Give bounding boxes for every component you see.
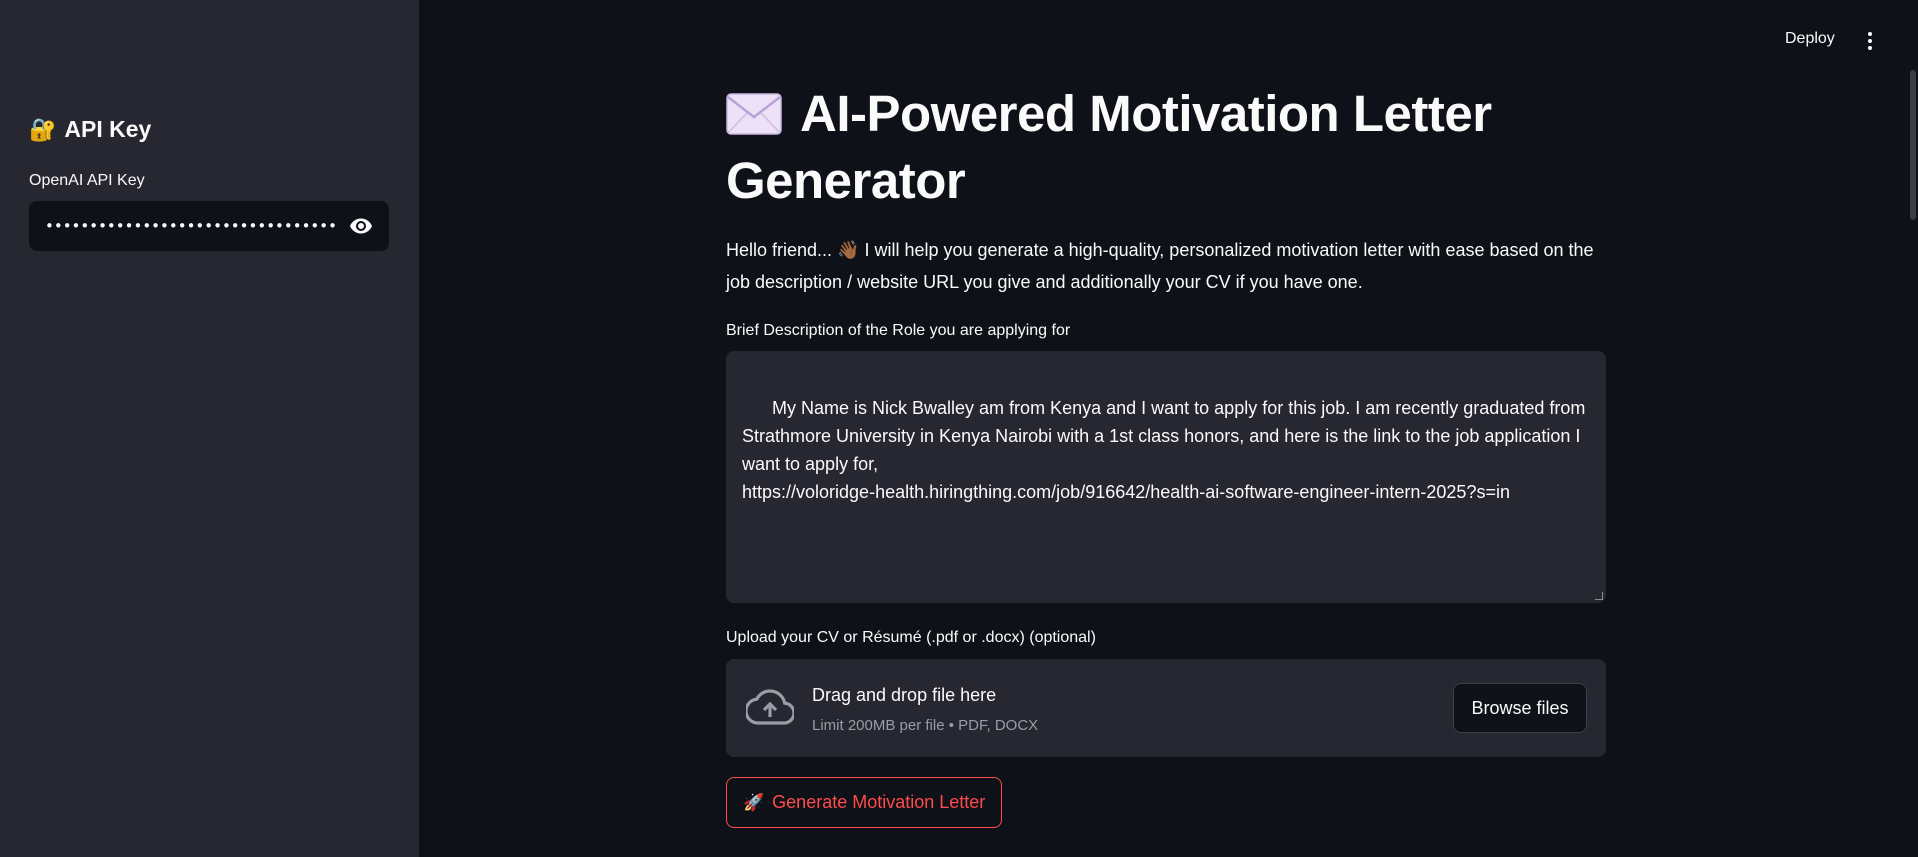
api-key-field — [29, 201, 389, 251]
main-menu-icon[interactable] — [1860, 28, 1880, 54]
cloud-upload-icon — [746, 689, 794, 725]
api-key-label: OpenAI API Key — [29, 172, 145, 189]
envelope-icon — [726, 93, 782, 135]
app-root: 🔐 API Key OpenAI API Key Deploy AI-Power… — [0, 0, 1918, 857]
dropzone-limit: Limit 200MB per file • PDF, DOCX — [812, 717, 1039, 734]
resize-handle[interactable] — [1595, 592, 1603, 600]
sidebar-header: 🔐 API Key — [29, 116, 151, 143]
generate-letter-label: Generate Motivation Letter — [772, 792, 986, 812]
role-description-text: My Name is Nick Bwalley am from Kenya an… — [742, 398, 1586, 502]
sidebar: 🔐 API Key OpenAI API Key — [0, 0, 419, 857]
scrollbar[interactable] — [1910, 70, 1916, 220]
role-description-label: Brief Description of the Role you are ap… — [726, 322, 1071, 339]
file-dropzone[interactable]: Drag and drop file here Limit 200MB per … — [726, 659, 1606, 757]
lock-icon: 🔐 — [29, 116, 57, 142]
deploy-button[interactable]: Deploy — [1785, 30, 1835, 48]
api-key-input[interactable] — [29, 201, 337, 251]
page-title-text: AI-Powered Motivation Letter Generator — [726, 85, 1492, 209]
generate-letter-button[interactable]: 🚀 Generate Motivation Letter — [726, 777, 1003, 828]
page-title: AI-Powered Motivation Letter Generator — [726, 80, 1606, 214]
eye-icon — [350, 218, 372, 234]
rocket-icon: 🚀 — [743, 792, 765, 812]
upload-label: Upload your CV or Résumé (.pdf or .docx)… — [726, 629, 1096, 646]
sidebar-title: API Key — [64, 116, 152, 142]
browse-files-button[interactable]: Browse files — [1453, 683, 1587, 733]
role-description-textarea[interactable]: My Name is Nick Bwalley am from Kenya an… — [726, 351, 1606, 603]
show-password-button[interactable] — [337, 202, 385, 250]
intro-text: Hello friend... 👋🏾 I will help you gener… — [726, 240, 1594, 292]
dropzone-title: Drag and drop file here — [812, 685, 997, 705]
